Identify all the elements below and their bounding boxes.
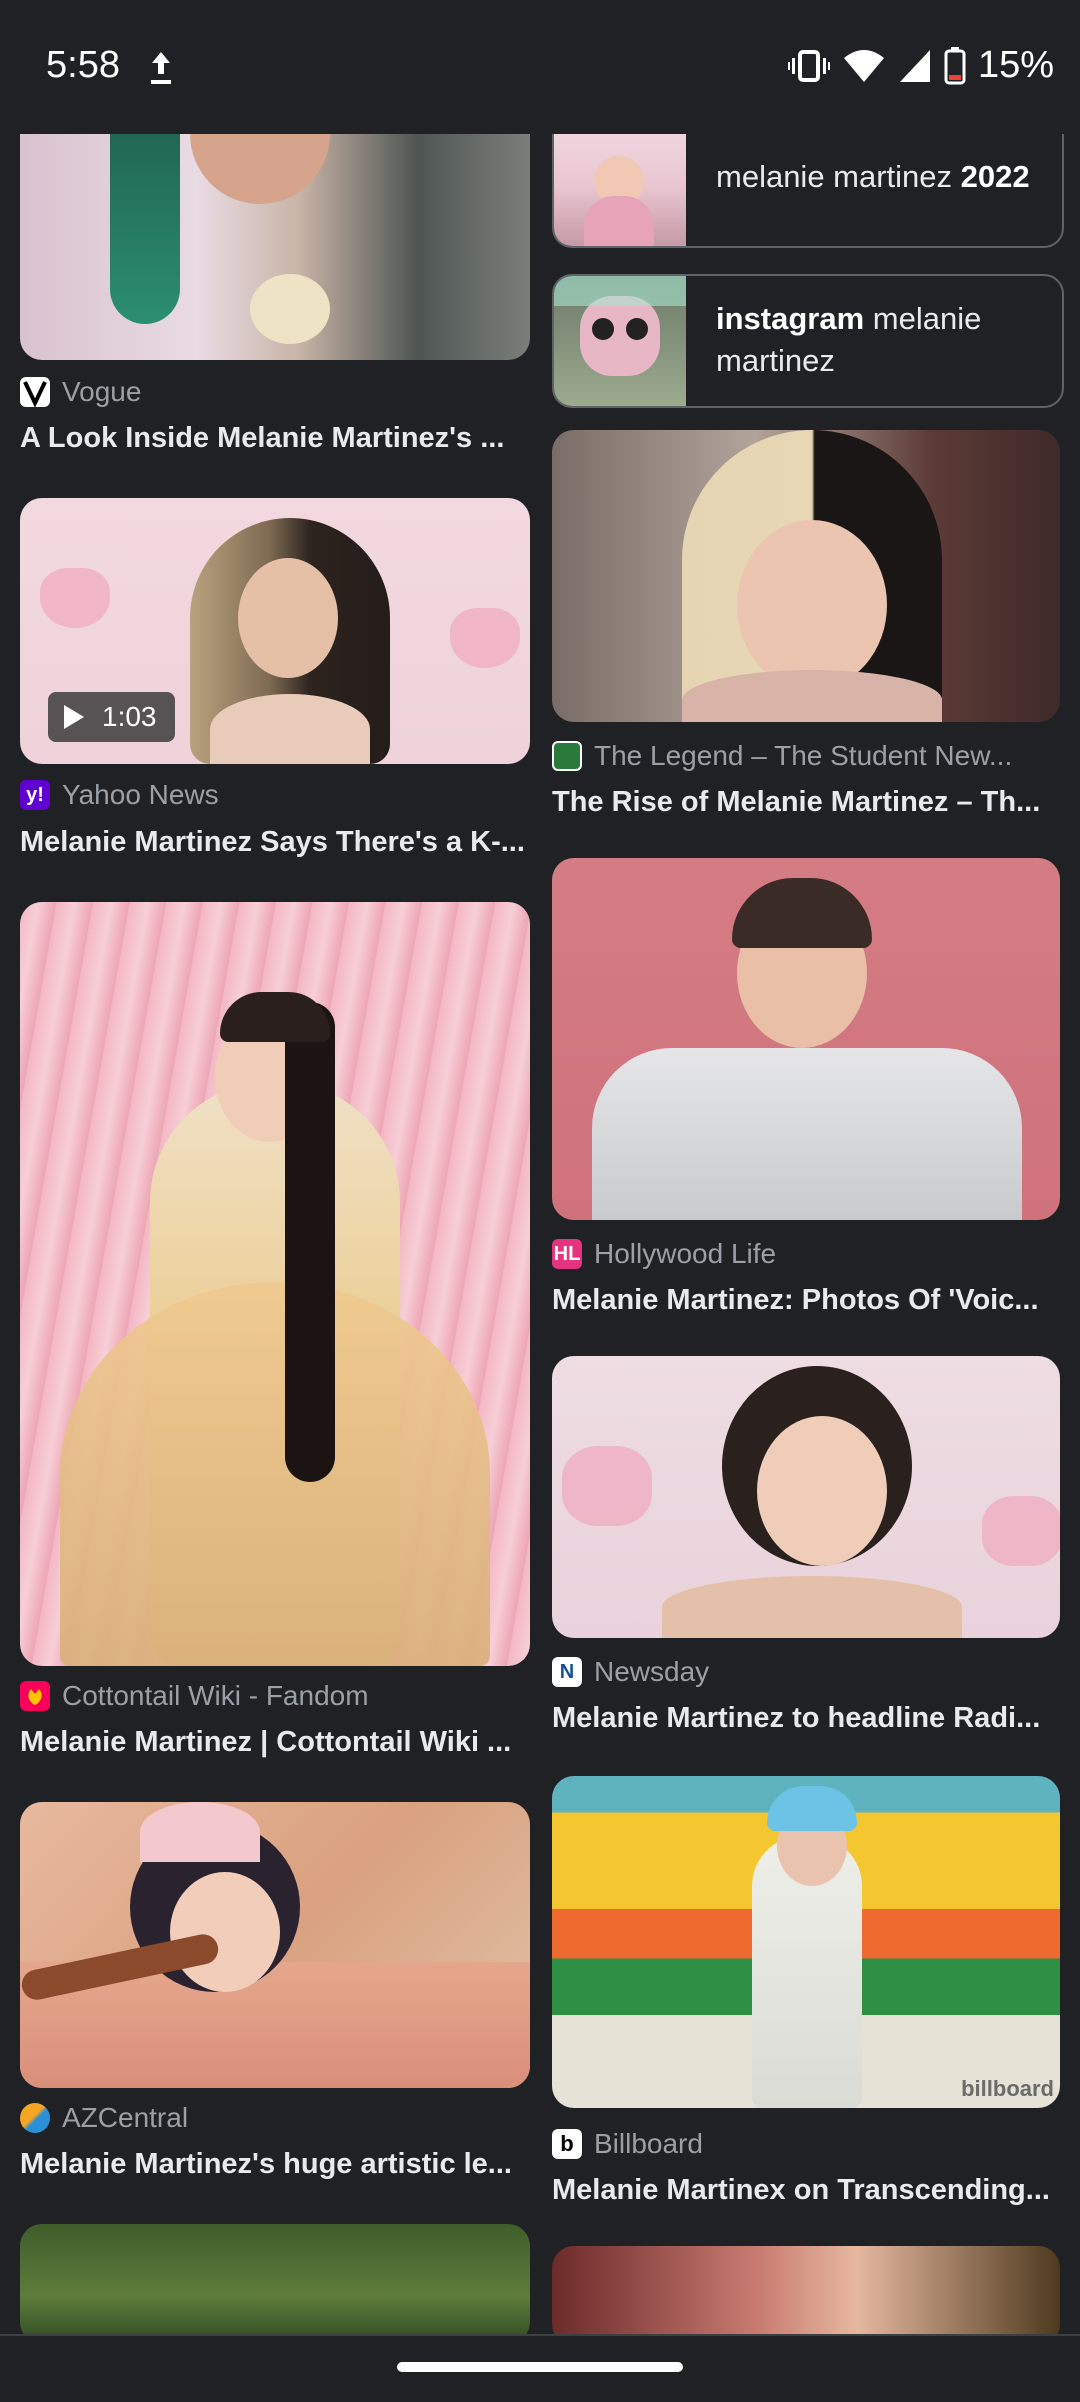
- battery-icon: [944, 46, 966, 84]
- source-label: Hollywood Life: [594, 1238, 777, 1269]
- status-time: 5:58: [46, 44, 120, 86]
- chip-label: instagram melanie martinez: [716, 301, 982, 378]
- result-image-next-right[interactable]: [552, 2246, 1060, 2334]
- source-label: The Legend – The Student New...: [594, 740, 1013, 771]
- result-title-azcentral[interactable]: Melanie Martinez's huge artistic le...: [20, 2148, 530, 2181]
- result-title-vogue[interactable]: A Look Inside Melanie Martinez's ...: [20, 422, 530, 455]
- related-search-chip-2022[interactable]: melanie martinez 2022: [552, 134, 1064, 248]
- azcentral-favicon: [20, 2103, 50, 2133]
- chip-label: melanie martinez 2022: [716, 159, 1030, 194]
- result-image-next-left[interactable]: [20, 2224, 530, 2334]
- result-source-cottontail[interactable]: Cottontail Wiki - Fandom: [20, 1680, 369, 1712]
- result-image-hollywood-life[interactable]: [552, 858, 1060, 1220]
- result-title-hollywood-life[interactable]: Melanie Martinez: Photos Of 'Voic...: [552, 1284, 1060, 1317]
- vogue-favicon: [20, 377, 50, 408]
- result-image-yahoo[interactable]: 1:03: [20, 498, 530, 764]
- play-icon: [64, 705, 84, 729]
- upload-icon: [151, 52, 171, 84]
- hollywood-life-favicon: HL: [552, 1239, 582, 1269]
- vibrate-icon: [787, 49, 830, 82]
- image-results-grid: Vogue A Look Inside Melanie Martinez's .…: [0, 134, 1080, 2334]
- newsday-favicon: N: [552, 1657, 582, 1687]
- status-icons: 15%: [787, 44, 1054, 87]
- fandom-favicon: [20, 1681, 50, 1711]
- result-image-azcentral[interactable]: [20, 1802, 530, 2088]
- source-label: Newsday: [594, 1656, 710, 1687]
- result-source-azcentral[interactable]: AZCentral: [20, 2102, 188, 2134]
- chip-thumbnail: [554, 276, 686, 406]
- result-image-newsday[interactable]: [552, 1356, 1060, 1638]
- source-label: Yahoo News: [62, 779, 219, 810]
- source-label: AZCentral: [62, 2102, 189, 2133]
- result-source-hollywood-life[interactable]: HL Hollywood Life: [552, 1238, 776, 1270]
- result-image-the-legend[interactable]: [552, 430, 1060, 722]
- gesture-navigation-bar: [0, 2334, 1080, 2402]
- result-image-vogue[interactable]: [20, 134, 530, 360]
- status-bar: 5:58 15%: [0, 0, 1080, 134]
- result-source-vogue[interactable]: Vogue: [20, 376, 141, 408]
- home-gesture-handle[interactable]: [397, 2362, 683, 2372]
- result-source-billboard[interactable]: b Billboard: [552, 2128, 703, 2160]
- result-image-billboard[interactable]: billboard: [552, 1776, 1060, 2108]
- the-legend-favicon: [552, 741, 582, 771]
- result-title-the-legend[interactable]: The Rise of Melanie Martinez – Th...: [552, 786, 1060, 819]
- result-title-cottontail[interactable]: Melanie Martinez | Cottontail Wiki ...: [20, 1726, 530, 1759]
- chip-thumbnail: [554, 134, 686, 246]
- billboard-favicon: b: [552, 2129, 582, 2159]
- result-source-yahoo[interactable]: y! Yahoo News: [20, 779, 219, 811]
- yahoo-favicon: y!: [20, 780, 50, 810]
- related-search-chip-instagram[interactable]: instagram melanie martinez: [552, 274, 1064, 408]
- source-label: Vogue: [62, 376, 142, 407]
- wifi-icon: [843, 49, 884, 82]
- result-title-newsday[interactable]: Melanie Martinez to headline Radi...: [552, 1702, 1060, 1735]
- source-label: Cottontail Wiki - Fandom: [62, 1680, 369, 1711]
- video-duration: 1:03: [102, 701, 157, 732]
- billboard-watermark: billboard: [961, 2076, 1054, 2101]
- result-image-cottontail[interactable]: [20, 902, 530, 1666]
- signal-icon: [899, 49, 930, 82]
- result-title-yahoo[interactable]: Melanie Martinez Says There's a K-...: [20, 826, 530, 859]
- source-label: Billboard: [594, 2128, 703, 2159]
- result-source-the-legend[interactable]: The Legend – The Student New...: [552, 740, 1012, 772]
- result-title-billboard[interactable]: Melanie Martinex on Transcending...: [552, 2174, 1060, 2207]
- battery-percent: 15%: [977, 44, 1054, 86]
- result-source-newsday[interactable]: N Newsday: [552, 1656, 709, 1688]
- video-duration-badge: 1:03: [48, 692, 175, 742]
